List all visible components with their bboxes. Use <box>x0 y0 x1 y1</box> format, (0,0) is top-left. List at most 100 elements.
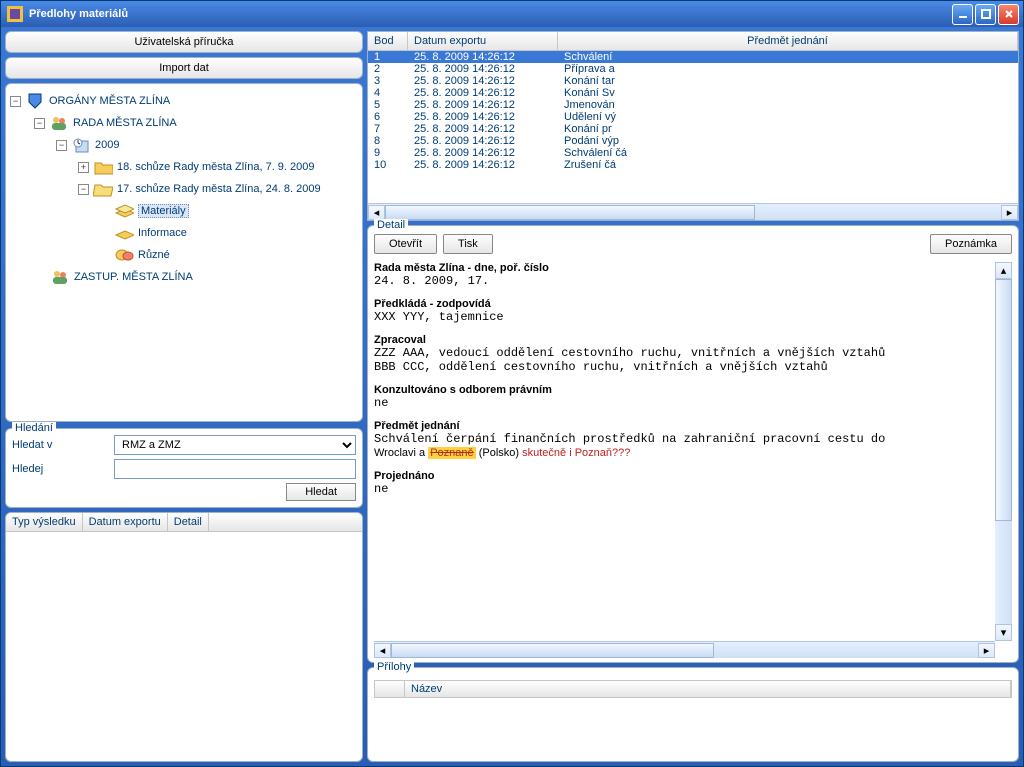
stack-icon <box>114 224 134 242</box>
grid-header: Bod Datum exportu Předmět jednání <box>368 32 1018 51</box>
collapse-icon[interactable]: − <box>34 118 45 129</box>
column-header[interactable]: Název <box>405 681 1011 697</box>
cell-subject: Schválení <box>558 51 1018 63</box>
window-title: Předlohy materiálů <box>25 8 952 20</box>
cell-subject: Konání pr <box>558 123 1018 135</box>
scroll-right-icon[interactable]: ▸ <box>978 643 995 658</box>
maximize-button[interactable] <box>975 4 996 25</box>
tree-meeting-17[interactable]: − 17. schůze Rady města Zlína, 24. 8. 20… <box>10 178 358 200</box>
table-row[interactable]: 725. 8. 2009 14:26:12Konání pr <box>368 123 1018 135</box>
column-header[interactable]: Předmět jednání <box>558 32 1018 50</box>
cell-bod: 6 <box>368 111 408 123</box>
cell-subject: Zrušení čá <box>558 159 1018 171</box>
tree-rada[interactable]: − RADA MĚSTA ZLÍNA <box>10 112 358 134</box>
people-icon <box>49 114 69 132</box>
search-input[interactable] <box>114 459 356 479</box>
detail-content: Rada města Zlína - dne, poř. číslo 24. 8… <box>374 262 995 641</box>
scroll-left-icon[interactable]: ◂ <box>368 205 385 220</box>
table-row[interactable]: 825. 8. 2009 14:26:12Podání výp <box>368 135 1018 147</box>
cell-bod: 9 <box>368 147 408 159</box>
detail-legend: Detail <box>374 219 408 231</box>
tree-root[interactable]: − ORGÁNY MĚSTA ZLÍNA <box>10 90 358 112</box>
tree-materialy[interactable]: Materiály <box>10 200 358 222</box>
detail-value: 24. 8. 2009, 17. <box>374 274 987 288</box>
table-row[interactable]: 425. 8. 2009 14:26:12Konání Sv <box>368 87 1018 99</box>
collapse-icon[interactable]: − <box>78 184 89 195</box>
scroll-left-icon[interactable]: ◂ <box>374 643 391 658</box>
tree-informace[interactable]: Informace <box>10 222 358 244</box>
manual-button[interactable]: Uživatelská příručka <box>5 31 363 53</box>
cell-date: 25. 8. 2009 14:26:12 <box>408 63 558 75</box>
vertical-scrollbar[interactable]: ▴ ▾ <box>995 262 1012 641</box>
scroll-up-icon[interactable]: ▴ <box>995 262 1012 279</box>
detail-heading: Rada města Zlína - dne, poř. číslo <box>374 262 549 274</box>
minimize-button[interactable] <box>952 4 973 25</box>
horizontal-scrollbar[interactable]: ◂ ▸ <box>374 641 995 658</box>
scroll-down-icon[interactable]: ▾ <box>995 624 1012 641</box>
column-header[interactable]: Datum exportu <box>408 32 558 50</box>
search-panel: Hledání Hledat v RMZ a ZMZ Hledej Hledat <box>5 428 363 508</box>
cell-date: 25. 8. 2009 14:26:12 <box>408 87 558 99</box>
search-button[interactable]: Hledat <box>286 483 356 501</box>
tree-zastup[interactable]: ZASTUP. MĚSTA ZLÍNA <box>10 266 358 288</box>
column-header[interactable] <box>375 681 405 697</box>
cell-date: 25. 8. 2009 14:26:12 <box>408 159 558 171</box>
horizontal-scrollbar[interactable]: ◂ ▸ <box>368 203 1018 220</box>
column-header[interactable]: Detail <box>168 513 209 531</box>
cell-bod: 5 <box>368 99 408 111</box>
table-row[interactable]: 125. 8. 2009 14:26:12Schválení <box>368 51 1018 63</box>
tree-year[interactable]: − 2009 <box>10 134 358 156</box>
red-comment: skutečně i Poznaň??? <box>522 447 630 459</box>
detail-heading: Předkládá - zodpovídá <box>374 298 491 310</box>
close-button[interactable] <box>998 4 1019 25</box>
detail-value: (Polsko) <box>476 447 522 459</box>
open-button[interactable]: Otevřít <box>374 234 437 254</box>
tree-label: ZASTUP. MĚSTA ZLÍNA <box>74 271 193 283</box>
cell-date: 25. 8. 2009 14:26:12 <box>408 135 558 147</box>
print-button[interactable]: Tisk <box>443 234 493 254</box>
cell-bod: 3 <box>368 75 408 87</box>
folder-icon <box>93 158 113 176</box>
cell-subject: Jmenován <box>558 99 1018 111</box>
tree-label: Materiály <box>138 204 189 218</box>
table-row[interactable]: 525. 8. 2009 14:26:12Jmenován <box>368 99 1018 111</box>
tree-label: Informace <box>138 227 187 239</box>
column-header[interactable]: Datum exportu <box>83 513 168 531</box>
column-header[interactable]: Typ výsledku <box>6 513 83 531</box>
search-in-label: Hledat v <box>12 439 108 451</box>
cell-date: 25. 8. 2009 14:26:12 <box>408 99 558 111</box>
import-button[interactable]: Import dat <box>5 57 363 79</box>
expand-icon[interactable]: + <box>78 162 89 173</box>
cell-bod: 7 <box>368 123 408 135</box>
cell-subject: Udělení vý <box>558 111 1018 123</box>
tree-label: Různé <box>138 249 170 261</box>
tree-meeting-18[interactable]: + 18. schůze Rady města Zlína, 7. 9. 200… <box>10 156 358 178</box>
cell-date: 25. 8. 2009 14:26:12 <box>408 147 558 159</box>
results-grid[interactable]: Typ výsledku Datum exportu Detail <box>5 512 363 762</box>
cell-subject: Konání tar <box>558 75 1018 87</box>
note-button[interactable]: Poznámka <box>930 234 1012 254</box>
documents-grid[interactable]: Bod Datum exportu Předmět jednání 125. 8… <box>367 31 1019 221</box>
tree-view[interactable]: − ORGÁNY MĚSTA ZLÍNA − RADA MĚSTA ZLÍNA … <box>5 83 363 422</box>
detail-heading: Zpracoval <box>374 334 426 346</box>
table-row[interactable]: 325. 8. 2009 14:26:12Konání tar <box>368 75 1018 87</box>
table-row[interactable]: 225. 8. 2009 14:26:12Příprava a <box>368 63 1018 75</box>
tree-ruzne[interactable]: Různé <box>10 244 358 266</box>
column-header[interactable]: Bod <box>368 32 408 50</box>
table-row[interactable]: 1025. 8. 2009 14:26:12Zrušení čá <box>368 159 1018 171</box>
collapse-icon[interactable]: − <box>56 140 67 151</box>
calendar-icon <box>71 136 91 154</box>
table-row[interactable]: 625. 8. 2009 14:26:12Udělení vý <box>368 111 1018 123</box>
cell-bod: 2 <box>368 63 408 75</box>
cell-bod: 4 <box>368 87 408 99</box>
attachments-panel: Přílohy Název <box>367 667 1019 762</box>
search-find-label: Hledej <box>12 463 108 475</box>
titlebar[interactable]: Předlohy materiálů <box>1 1 1023 27</box>
table-row[interactable]: 925. 8. 2009 14:26:12Schválení čá <box>368 147 1018 159</box>
collapse-icon[interactable]: − <box>10 96 21 107</box>
scroll-right-icon[interactable]: ▸ <box>1001 205 1018 220</box>
search-in-select[interactable]: RMZ a ZMZ <box>114 435 356 455</box>
detail-value: Schválení čerpání finančních prostředků … <box>374 432 987 446</box>
app-icon <box>5 5 25 23</box>
attachments-legend: Přílohy <box>374 661 414 673</box>
